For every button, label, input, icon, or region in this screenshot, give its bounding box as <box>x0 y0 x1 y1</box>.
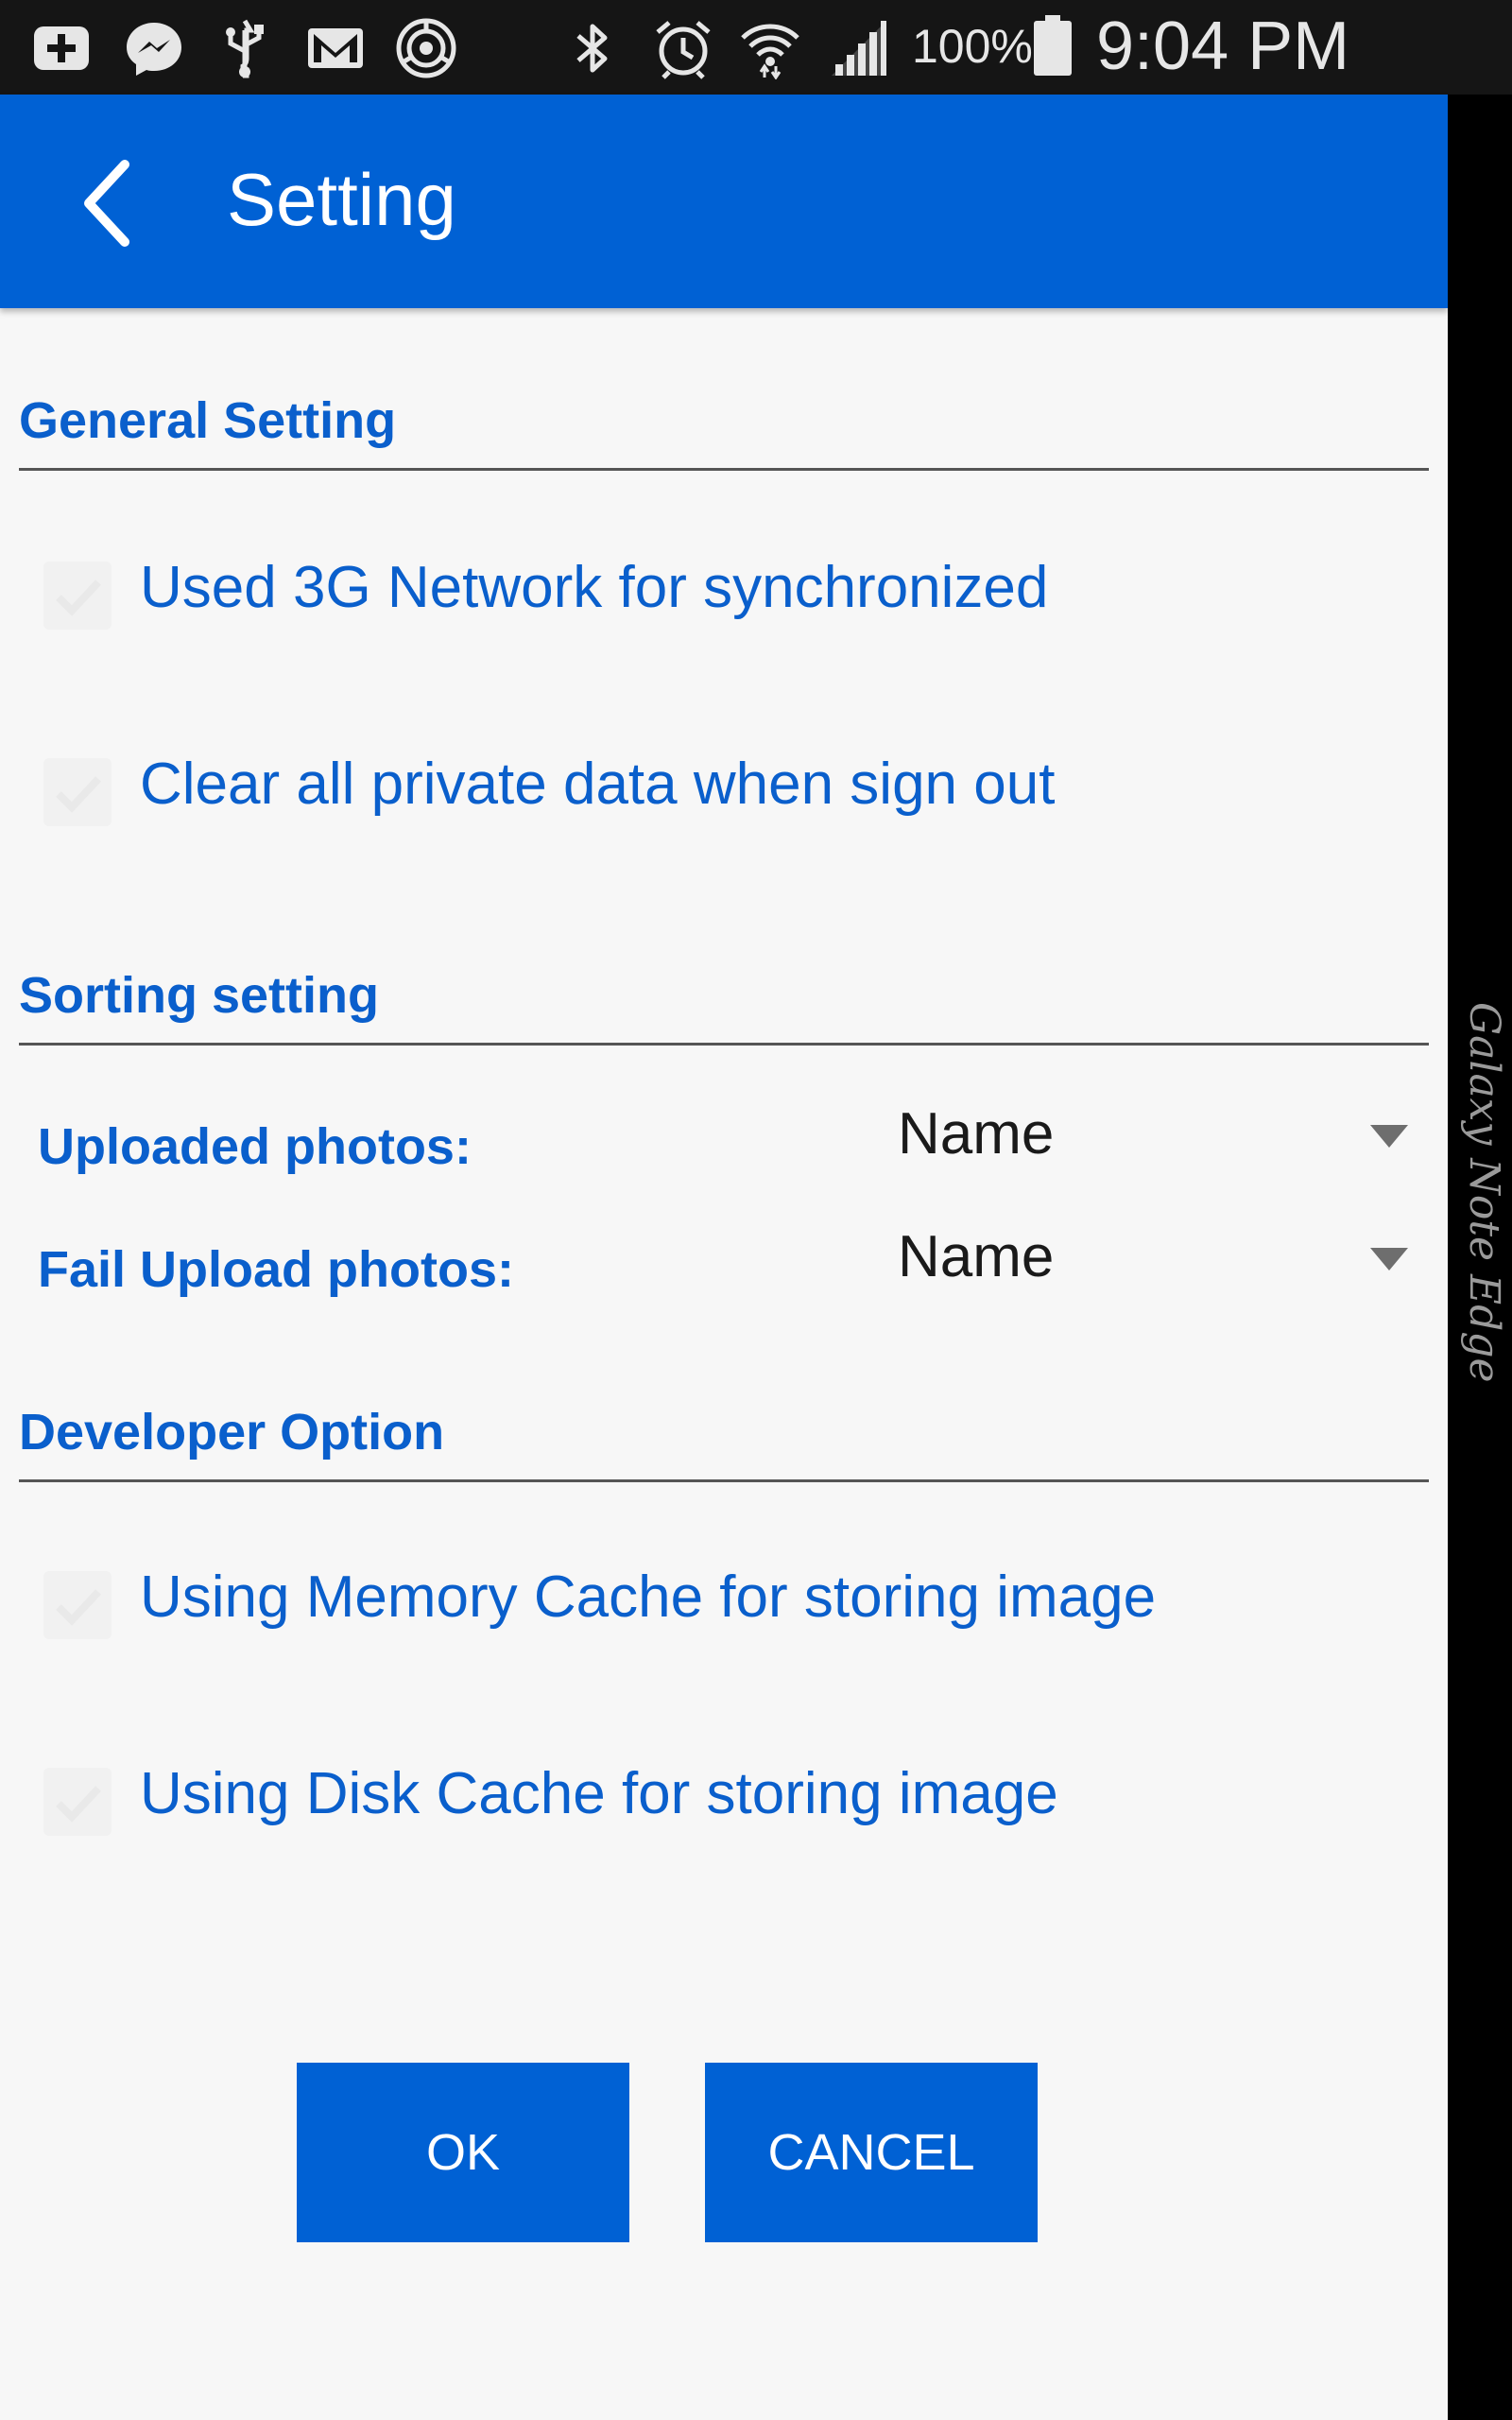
bluetooth-icon <box>561 17 624 79</box>
dropdown-value: Name <box>898 1101 1055 1167</box>
dropdown-arrow-icon <box>1370 1125 1408 1150</box>
checkbox-disk-cache[interactable] <box>43 1768 112 1836</box>
checkbox-memory-cache[interactable] <box>43 1571 112 1639</box>
page-title: Setting <box>227 158 456 241</box>
section-title-general: General Setting <box>19 392 397 449</box>
option-label: Using Disk Cache for storing image <box>140 1761 1058 1826</box>
add-icon <box>30 17 93 79</box>
browser-icon <box>395 17 457 79</box>
battery-percent: 100% <box>912 20 1033 73</box>
dropdown-arrow-icon <box>1370 1248 1408 1272</box>
section-title-developer: Developer Option <box>19 1404 445 1461</box>
uploaded-photos-label: Uploaded photos: <box>38 1118 472 1175</box>
uploaded-photos-sort-dropdown[interactable]: Name <box>888 1091 1418 1185</box>
option-label: Clear all private data when sign out <box>140 752 1056 817</box>
gmail-icon <box>304 17 367 79</box>
alarm-icon <box>652 17 714 79</box>
section-title-sorting: Sorting setting <box>19 967 379 1024</box>
usb-icon <box>214 17 276 79</box>
chevron-left-icon <box>84 160 129 247</box>
signal-icon <box>828 17 890 79</box>
ok-button[interactable]: OK <box>297 2063 629 2242</box>
checkmark-icon <box>56 1786 101 1823</box>
checkbox-clear-private-data[interactable] <box>43 758 112 826</box>
dropdown-value: Name <box>898 1224 1055 1289</box>
messenger-icon <box>123 17 185 79</box>
wifi-icon <box>739 17 801 79</box>
checkmark-icon <box>56 579 101 616</box>
checkmark-icon <box>56 776 101 813</box>
cancel-button[interactable]: CANCEL <box>705 2063 1038 2242</box>
checkbox-3g-network[interactable] <box>43 562 112 630</box>
fail-upload-photos-sort-dropdown[interactable]: Name <box>888 1214 1418 1308</box>
settings-screen: Setting General Setting Used 3G Network … <box>0 95 1448 2420</box>
status-time: 9:04 PM <box>1096 9 1350 84</box>
checkmark-icon <box>56 1589 101 1626</box>
status-bar: 100% 9:04 PM <box>0 0 1512 95</box>
option-label: Using Memory Cache for storing image <box>140 1564 1157 1630</box>
back-button[interactable] <box>66 151 151 255</box>
option-label: Used 3G Network for synchronized <box>140 555 1049 620</box>
section-divider <box>19 468 1429 471</box>
section-divider <box>19 1479 1429 1482</box>
section-divider <box>19 1043 1429 1046</box>
edge-label: Galaxy Note Edge <box>1460 1002 1508 1383</box>
fail-upload-photos-label: Fail Upload photos: <box>38 1241 514 1298</box>
app-bar: Setting <box>0 95 1448 308</box>
battery-icon <box>1032 13 1074 78</box>
